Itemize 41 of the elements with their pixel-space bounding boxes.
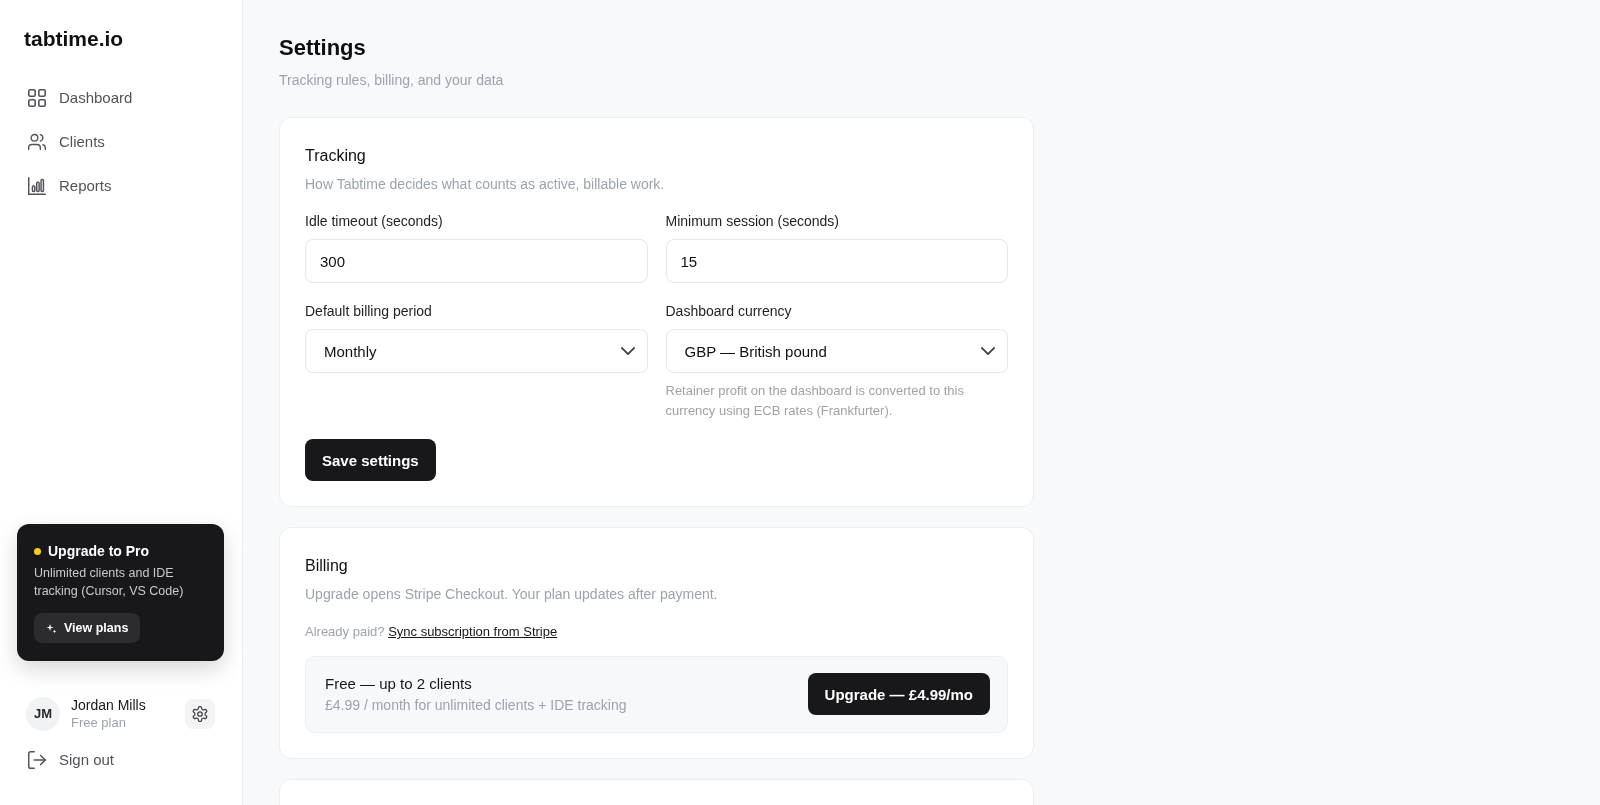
section-title: Billing [305, 556, 348, 576]
upgrade-text: Unlimited clients and IDE tracking (Cursor, VS Code) [34, 565, 185, 600]
status-dot-icon [34, 547, 41, 555]
bar-chart-icon [28, 177, 46, 195]
sync-link[interactable]: Sync subscription from Stripe [388, 624, 558, 639]
settings-icon [192, 705, 208, 722]
user-avatar: JM [26, 696, 60, 731]
plan-detail: £4.99 / month for unlimited clients + IDE tracking [325, 695, 627, 715]
grid-icon [28, 89, 46, 107]
settings-button[interactable] [185, 698, 215, 729]
nav-item[interactable]: Clients [16, 122, 226, 162]
save-settings-button[interactable]: Save settings [305, 439, 436, 481]
chevron-down-icon [981, 344, 995, 358]
number-input[interactable]: 300 [305, 239, 648, 283]
field-label: Default billing period [305, 302, 432, 321]
help-text: Retainer profit on the dashboard is converted to this currency using ECB rates (Frankfurter). [665, 382, 965, 420]
select-dropdown[interactable]: GBP — British pound [665, 329, 1008, 373]
user-plan: Free plan [71, 714, 126, 731]
field-label: Dashboard currency [665, 302, 792, 321]
users-icon [28, 133, 46, 151]
nav-item[interactable]: Dashboard [16, 78, 226, 118]
view-plans-button[interactable]: View plans [34, 613, 141, 643]
section-title: Tracking [305, 146, 366, 166]
upgrade-title: Upgrade to Pro [48, 542, 150, 561]
user-name: Jordan Mills [71, 696, 146, 714]
page-subtitle: Tracking rules, billing, and your data [279, 71, 504, 90]
upgrade-button[interactable]: Upgrade — £4.99/mo [807, 673, 990, 715]
sign-out-button[interactable]: Sign out [16, 742, 127, 778]
nav-item[interactable]: Reports [16, 166, 226, 206]
sign-out-icon [28, 751, 46, 769]
field-label: Minimum session (seconds) [665, 212, 839, 231]
section-description: How Tabtime decides what counts as active, billable work. [305, 175, 665, 194]
page-title: Settings [279, 34, 366, 62]
section-description: Upgrade opens Stripe Checkout. Your plan updates after payment. [305, 585, 718, 604]
field-label: Idle timeout (seconds) [305, 212, 443, 231]
logo: tabtime.io [24, 26, 124, 52]
number-input[interactable]: 15 [665, 239, 1008, 283]
sync-note: Already paid? Sync subscription from Stripe [305, 623, 558, 641]
select-dropdown[interactable]: Monthly [305, 329, 648, 373]
plan-name: Free — up to 2 clients [325, 673, 472, 694]
chevron-down-icon [620, 344, 635, 358]
